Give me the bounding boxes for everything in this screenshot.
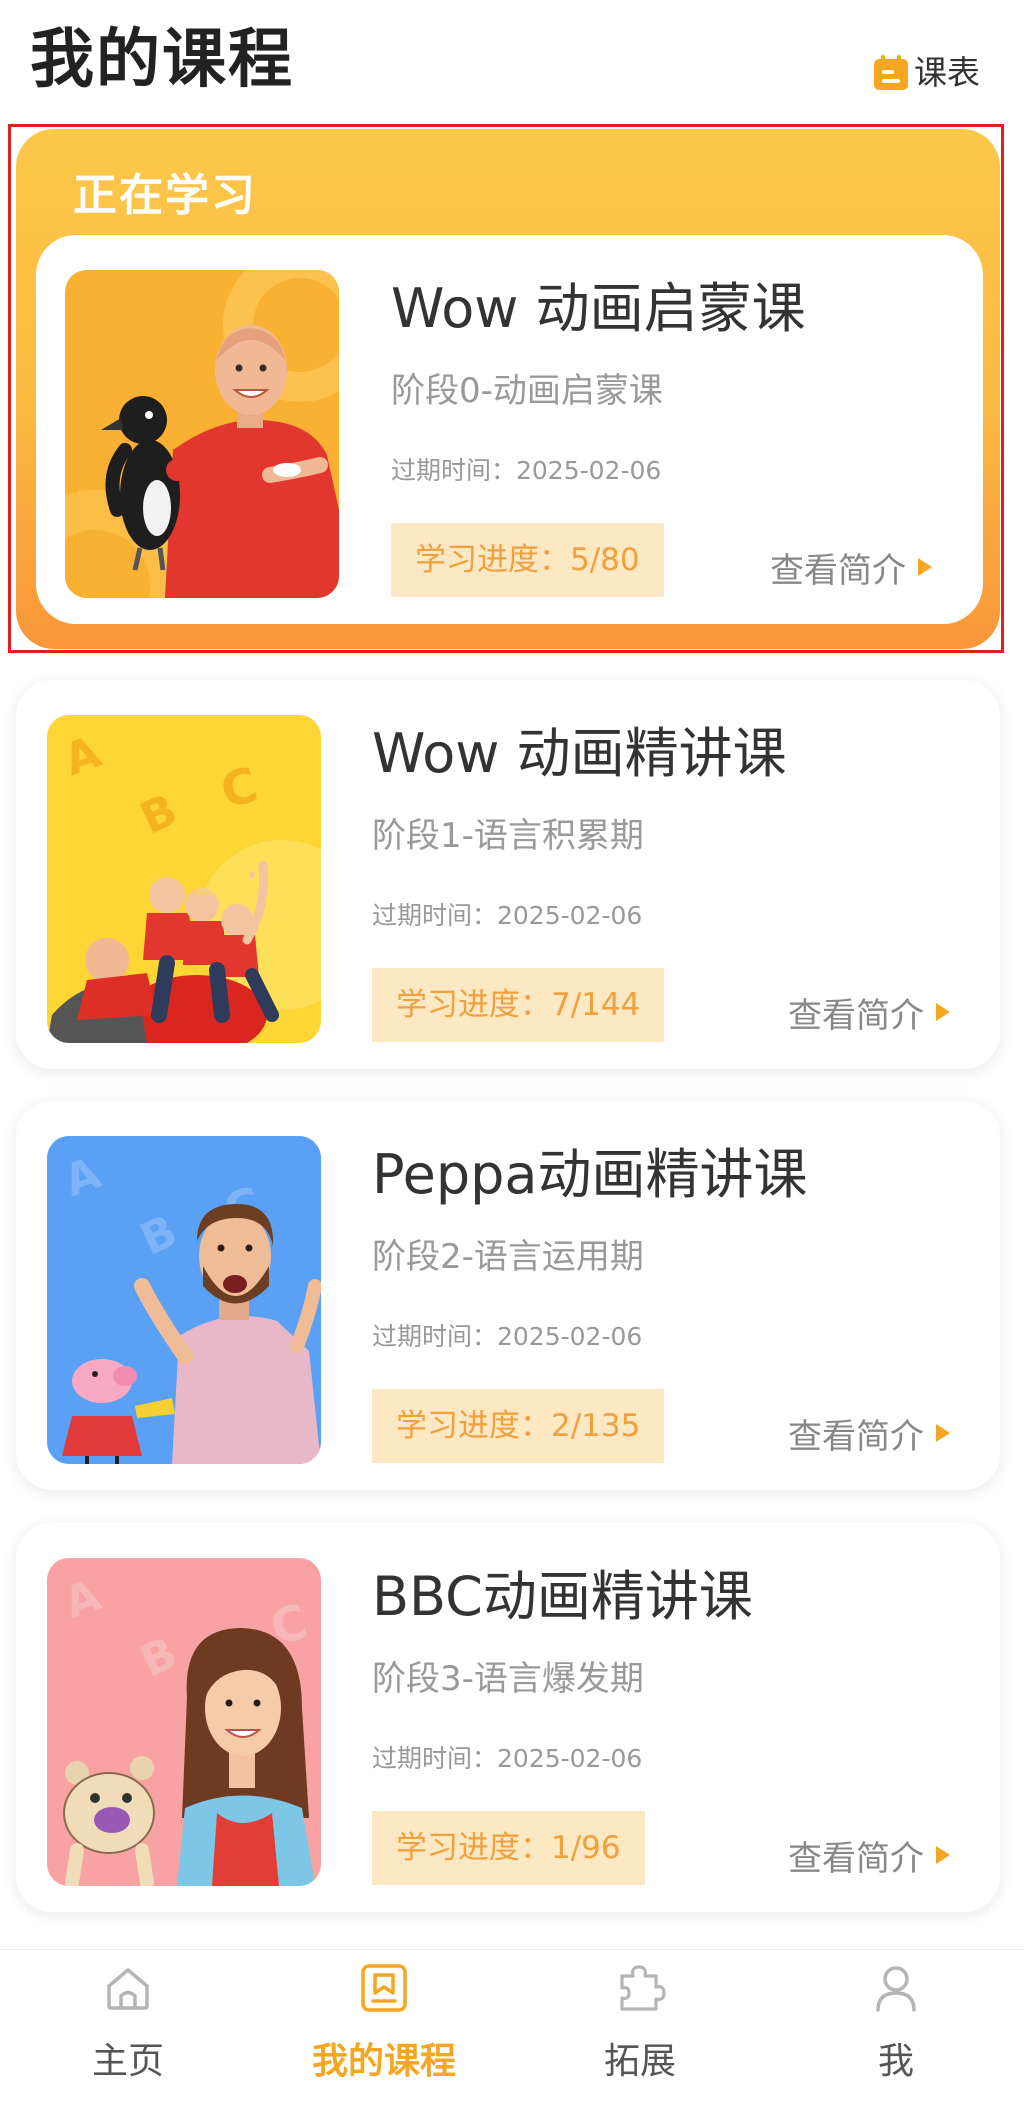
course-title: Peppa动画精讲课	[372, 1143, 808, 1206]
progress-badge: 学习进度：1/96	[372, 1811, 645, 1885]
progress-badge: 学习进度：7/144	[372, 968, 665, 1042]
progress-badge: 学习进度：2/135	[372, 1389, 665, 1463]
course-stage: 阶段2-语言运用期	[372, 1237, 644, 1277]
puzzle-icon	[620, 1965, 666, 2011]
course-icon	[361, 1964, 407, 2012]
calendar-icon	[874, 55, 908, 90]
course-card[interactable]: A B C BBC动画精讲课 阶段3-语言爆发期 过期时间：2025-02-06…	[16, 1523, 1000, 1912]
view-intro-label: 查看简介	[770, 550, 906, 591]
course-expiry: 过期时间：2025-02-06	[372, 901, 643, 930]
schedule-label: 课表	[914, 53, 980, 92]
nav-item-my-courses[interactable]: 我的课程	[256, 1950, 512, 2106]
current-course-panel: 正在学习 Wow 动画启蒙课 阶段0-动画启蒙课 过期时间：2025-02-06…	[16, 129, 1000, 649]
home-icon	[107, 1968, 149, 2010]
play-triangle-icon	[918, 558, 932, 576]
course-expiry: 过期时间：2025-02-06	[391, 456, 662, 485]
page-title: 我的课程	[30, 23, 294, 97]
view-intro-link[interactable]: 查看简介	[770, 544, 932, 591]
view-intro-link[interactable]: 查看简介	[788, 1410, 950, 1457]
course-expiry: 过期时间：2025-02-06	[372, 1322, 643, 1351]
course-cover-image: A B C	[47, 715, 321, 1043]
nav-label: 拓展	[603, 2041, 676, 2082]
view-intro-link[interactable]: 查看简介	[788, 989, 950, 1036]
course-cover-image	[65, 270, 339, 598]
bottom-nav: 主页 我的课程 拓展 我	[0, 1949, 1024, 2106]
nav-label: 我的课程	[311, 2041, 456, 2082]
course-cover-image: A B C	[47, 1558, 321, 1886]
course-title: Wow 动画精讲课	[372, 722, 787, 785]
person-icon	[876, 1966, 916, 2012]
course-expiry: 过期时间：2025-02-06	[372, 1744, 643, 1773]
nav-item-me[interactable]: 我	[768, 1950, 1024, 2106]
play-triangle-icon	[936, 1424, 950, 1442]
schedule-button[interactable]: 课表	[872, 50, 980, 96]
course-title: Wow 动画启蒙课	[391, 277, 806, 340]
course-stage: 阶段0-动画启蒙课	[391, 371, 663, 411]
nav-label: 我	[877, 2041, 914, 2082]
view-intro-link[interactable]: 查看简介	[788, 1832, 950, 1879]
course-stage: 阶段1-语言积累期	[372, 816, 644, 856]
play-triangle-icon	[936, 1003, 950, 1021]
nav-label: 主页	[91, 2041, 164, 2082]
nav-item-expand[interactable]: 拓展	[512, 1950, 768, 2106]
view-intro-label: 查看简介	[788, 1838, 924, 1879]
course-card[interactable]: Wow 动画启蒙课 阶段0-动画启蒙课 过期时间：2025-02-06 学习进度…	[36, 235, 983, 624]
course-cover-image: A B C	[47, 1136, 321, 1464]
view-intro-label: 查看简介	[788, 995, 924, 1036]
course-card[interactable]: A B C Peppa动画精讲课 阶段2-语言运用期 过期时间：2025-02-…	[16, 1101, 1000, 1490]
course-card[interactable]: A B C Wow 动画精讲课 阶段1-语言积累期 过期时间：2025-02-0…	[16, 680, 1000, 1069]
progress-badge: 学习进度：5/80	[391, 523, 664, 597]
course-title: BBC动画精讲课	[372, 1565, 753, 1628]
nav-item-home[interactable]: 主页	[0, 1950, 256, 2106]
view-intro-label: 查看简介	[788, 1416, 924, 1457]
current-section-label: 正在学习	[73, 170, 257, 221]
course-stage: 阶段3-语言爆发期	[372, 1659, 644, 1699]
play-triangle-icon	[936, 1846, 950, 1864]
